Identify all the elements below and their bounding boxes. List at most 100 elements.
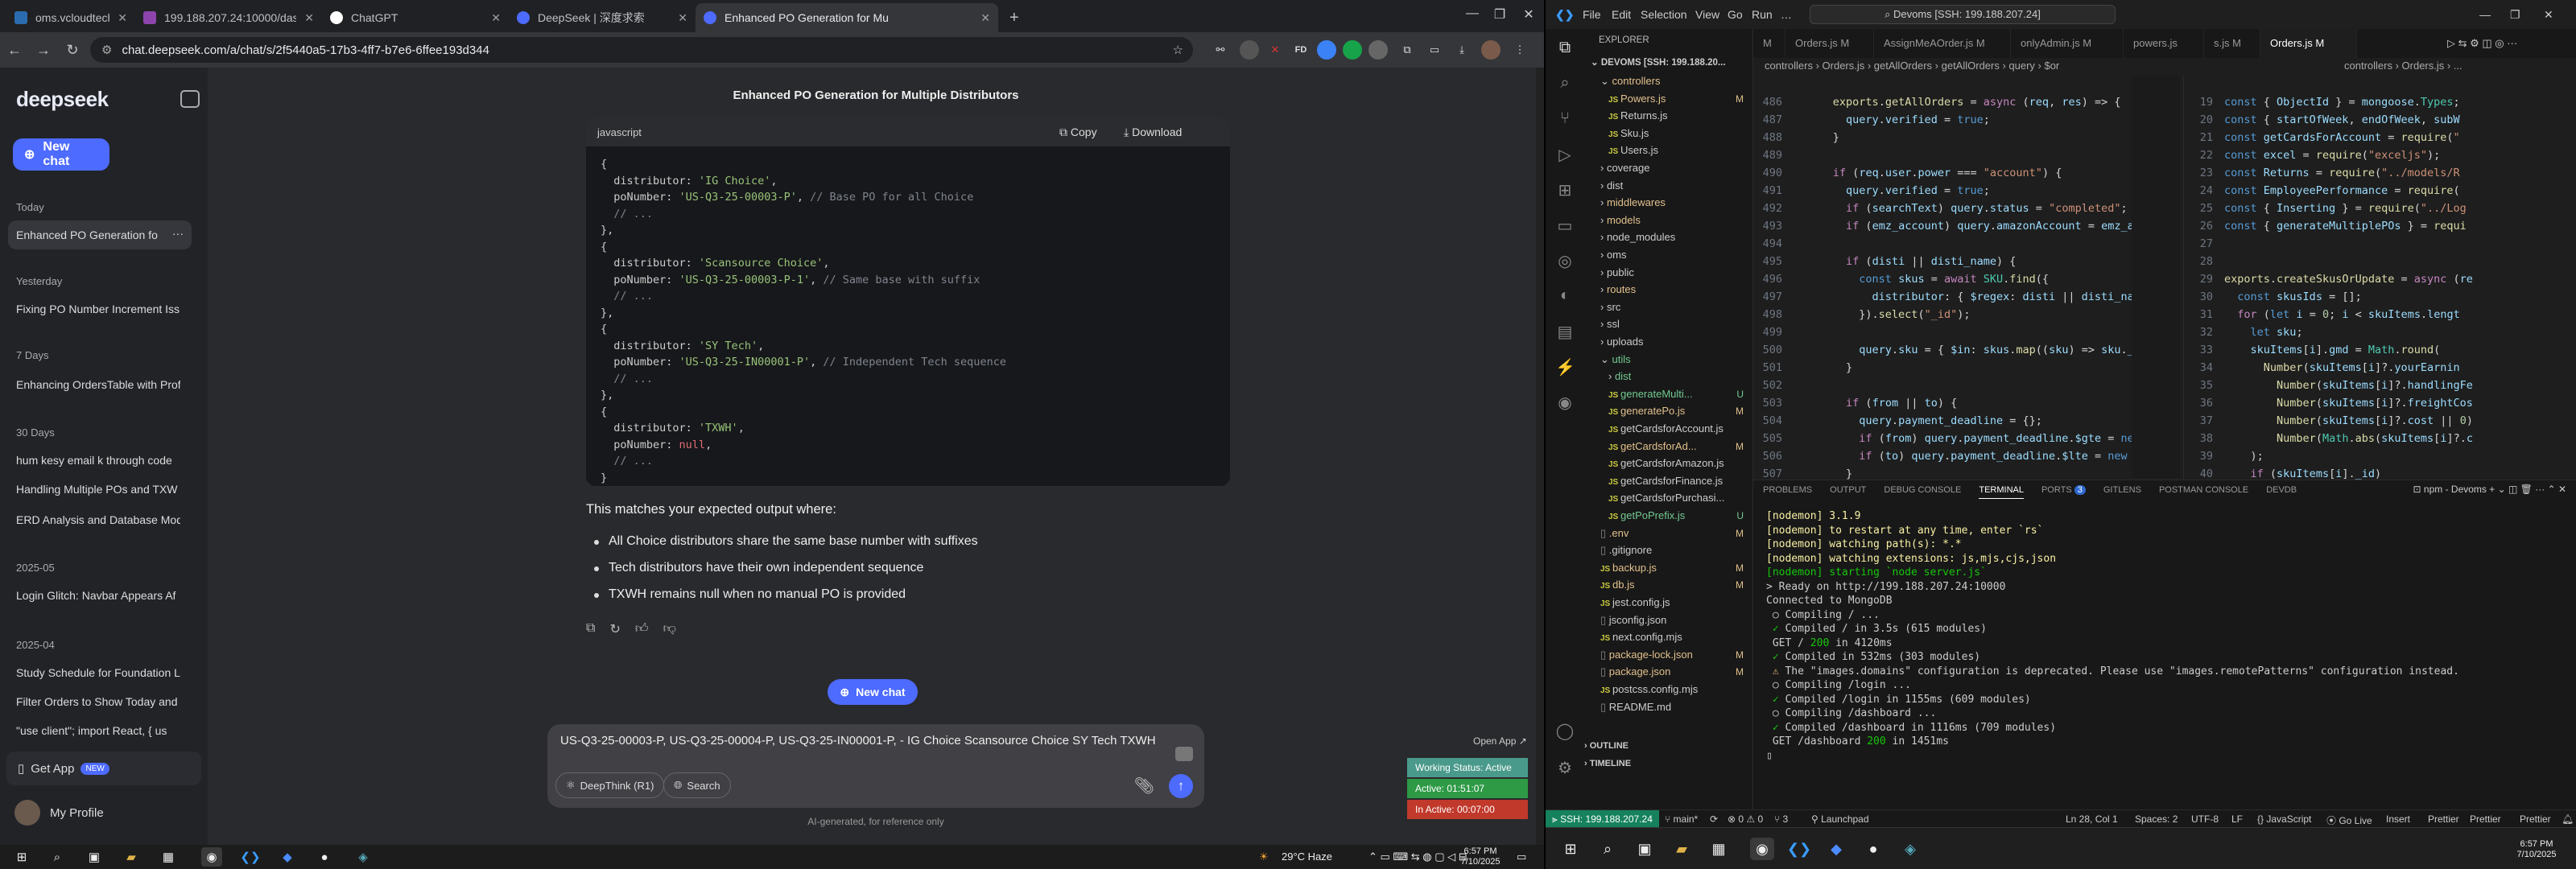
prettier-status[interactable]: Prettier	[2520, 813, 2551, 825]
send-button[interactable]: ↑	[1169, 774, 1193, 798]
file-explorer-icon[interactable]: ▰	[121, 847, 142, 867]
app-icon[interactable]: ◈	[1898, 838, 1922, 860]
back-icon[interactable]: ←	[0, 42, 29, 59]
restore-icon[interactable]: ❐	[1488, 6, 1512, 23]
search-icon[interactable]: ⌕	[1596, 838, 1620, 860]
get-app-button[interactable]: ▯ Get App NEW	[6, 752, 201, 785]
close-icon[interactable]: ✕	[678, 11, 687, 25]
folder-item[interactable]: › ssl	[1584, 315, 1752, 333]
task-view-icon[interactable]: ▣	[84, 847, 105, 867]
more-icon[interactable]: ···	[172, 227, 184, 240]
folder-item[interactable]: › dist	[1584, 177, 1752, 195]
tab-output[interactable]: OUTPUT	[1830, 485, 1866, 499]
language-mode[interactable]: {} JavaScript	[2257, 813, 2311, 825]
indentation[interactable]: Spaces: 2	[2135, 813, 2178, 825]
file-item[interactable]: JS getPoPrefix.js U	[1584, 507, 1752, 525]
close-icon[interactable]: ✕	[491, 11, 501, 25]
editor-tab[interactable]: Orders.js M	[1785, 29, 1874, 58]
menu-selection[interactable]: Selection	[1641, 8, 1687, 21]
notification-bell-icon[interactable]: 🔔︎	[2562, 813, 2574, 825]
tab-terminal[interactable]: TERMINAL	[1979, 485, 2024, 499]
profile-avatar[interactable]	[1481, 40, 1501, 60]
extensions-icon[interactable]: ⊞	[1555, 180, 1575, 200]
settings-gear-icon[interactable]: ⚙	[1555, 758, 1575, 777]
history-item[interactable]: Study Schedule for Foundation L	[16, 666, 180, 679]
search-toggle[interactable]: 🌐︎ Search	[663, 772, 731, 798]
reload-icon[interactable]: ↻	[58, 42, 87, 59]
attach-icon[interactable]: 📎︎	[1134, 776, 1154, 796]
history-item[interactable]: "use client"; import React, { us	[16, 724, 180, 737]
file-item[interactable]: ▯ package-lock.json M	[1584, 646, 1752, 664]
tab-deepseek[interactable]: DeepSeek | 深度求索 ✕	[509, 3, 696, 32]
address-bar[interactable]: ⚙ chat.deepseek.com/a/chat/s/2f5440a5-17…	[90, 37, 1193, 63]
tab-dashboard[interactable]: 199.188.207.24:10000/dashboard✕	[135, 3, 322, 32]
launchpad[interactable]: ⚲ Launchpad	[1811, 813, 1869, 825]
sidepanel-icon[interactable]: ▭	[1425, 40, 1444, 60]
editor-tab[interactable]: AssignMeAOrder.js M	[1874, 29, 2011, 58]
restore-icon[interactable]: ❐	[2510, 8, 2520, 22]
menu-run[interactable]: Run	[1752, 8, 1773, 21]
history-item[interactable]: Login Glitch: Navbar Appears Af	[16, 589, 180, 602]
page-scrollbar[interactable]	[1536, 68, 1544, 845]
task-view-icon[interactable]: ▣	[1633, 838, 1657, 860]
folder-item[interactable]: › uploads	[1584, 333, 1752, 351]
extension-icon[interactable]	[1368, 40, 1388, 60]
message-input-text[interactable]: US-Q3-25-00003-P, US-Q3-25-00004-P, US-Q…	[560, 734, 1156, 748]
account-icon[interactable]: ◯	[1555, 721, 1575, 740]
folder-item[interactable]: › models	[1584, 212, 1752, 229]
run-debug-icon[interactable]: ▷	[1555, 145, 1575, 164]
menu-view[interactable]: View	[1695, 8, 1719, 21]
file-item[interactable]: JS Sku.js	[1584, 125, 1752, 142]
minimize-icon[interactable]: —	[1460, 6, 1484, 21]
history-item[interactable]: Enhancing OrdersTable with Prof	[16, 378, 180, 391]
file-item[interactable]: JS getCardsforAmazon.js	[1584, 455, 1752, 472]
close-window-icon[interactable]: ✕	[2544, 8, 2553, 22]
close-window-icon[interactable]: ✕	[1517, 6, 1541, 23]
chrome-menu-icon[interactable]: ⋮	[1510, 40, 1530, 60]
encoding[interactable]: UTF-8	[2191, 813, 2219, 825]
folder-item[interactable]: › src	[1584, 299, 1752, 316]
menu-edit[interactable]: Edit	[1612, 8, 1631, 21]
close-icon[interactable]: ✕	[980, 11, 990, 25]
insert-mode[interactable]: Insert	[2386, 813, 2410, 825]
translate-icon[interactable]	[1175, 747, 1193, 761]
app-icon[interactable]: ◆	[1824, 838, 1848, 860]
menu-file[interactable]: File	[1583, 8, 1601, 21]
bolt-icon[interactable]: ⚡	[1555, 357, 1575, 377]
file-item[interactable]: JS generateMulti... U	[1584, 385, 1752, 403]
eol[interactable]: LF	[2231, 813, 2243, 825]
tab-enhanced-po[interactable]: Enhanced PO Generation for Mu ✕	[696, 3, 998, 32]
folder-item[interactable]: › public	[1584, 264, 1752, 282]
app-icon[interactable]: ◆	[277, 847, 298, 867]
clock[interactable]: 6:57 PM 7/10/2025	[1452, 846, 1509, 867]
minimap[interactable]	[2132, 76, 2180, 478]
explorer-icon[interactable]: ⧉	[1555, 39, 1575, 58]
profile-button[interactable]: My Profile	[14, 800, 104, 826]
menu-go[interactable]: Go	[1728, 8, 1743, 21]
app-icon[interactable]: ◈	[353, 847, 374, 867]
history-item[interactable]: ERD Analysis and Database Mod	[16, 513, 180, 526]
editor-tab-active[interactable]: Orders.js M	[2260, 29, 2357, 58]
app-icon[interactable]: ●	[1861, 838, 1885, 860]
extension-icon[interactable]	[1343, 40, 1362, 60]
folder-item[interactable]: › routes	[1584, 281, 1752, 299]
new-tab-button[interactable]: +	[1001, 3, 1026, 32]
clock[interactable]: 6:57 PM 7/10/2025	[2508, 839, 2565, 860]
editor-tab[interactable]: onlyAdmin.js M	[2011, 29, 2124, 58]
download-icon[interactable]: ⤓	[1452, 40, 1472, 60]
tab-postman-console[interactable]: POSTMAN CONSOLE	[2159, 485, 2248, 499]
editor-tab[interactable]: s.js M	[2204, 29, 2260, 58]
minimize-icon[interactable]: —	[2479, 8, 2491, 21]
timeline-section[interactable]: › TIMELINE	[1584, 755, 1752, 772]
file-item[interactable]: ▯ jsconfig.json	[1584, 612, 1752, 629]
breadcrumb[interactable]: controllers › Orders.js › getAllOrders ›…	[1765, 60, 2111, 72]
outline-section[interactable]: › OUTLINE	[1584, 737, 1752, 755]
copy-button[interactable]: ⧉ Copy	[1059, 126, 1097, 139]
weather-icon[interactable]: ☀	[1259, 850, 1269, 863]
file-item[interactable]: JS postcss.config.mjs	[1584, 681, 1752, 698]
folder-item[interactable]: › dist	[1584, 368, 1752, 385]
terminal-actions[interactable]: ⊡ npm - Devoms + ⌄ ◫ 🗑︎ ··· ⌃ ✕	[2413, 484, 2567, 495]
tab-ports[interactable]: PORTS 3	[2041, 485, 2086, 499]
close-icon[interactable]: ✕	[118, 11, 127, 25]
folder-item[interactable]: › coverage	[1584, 159, 1752, 177]
